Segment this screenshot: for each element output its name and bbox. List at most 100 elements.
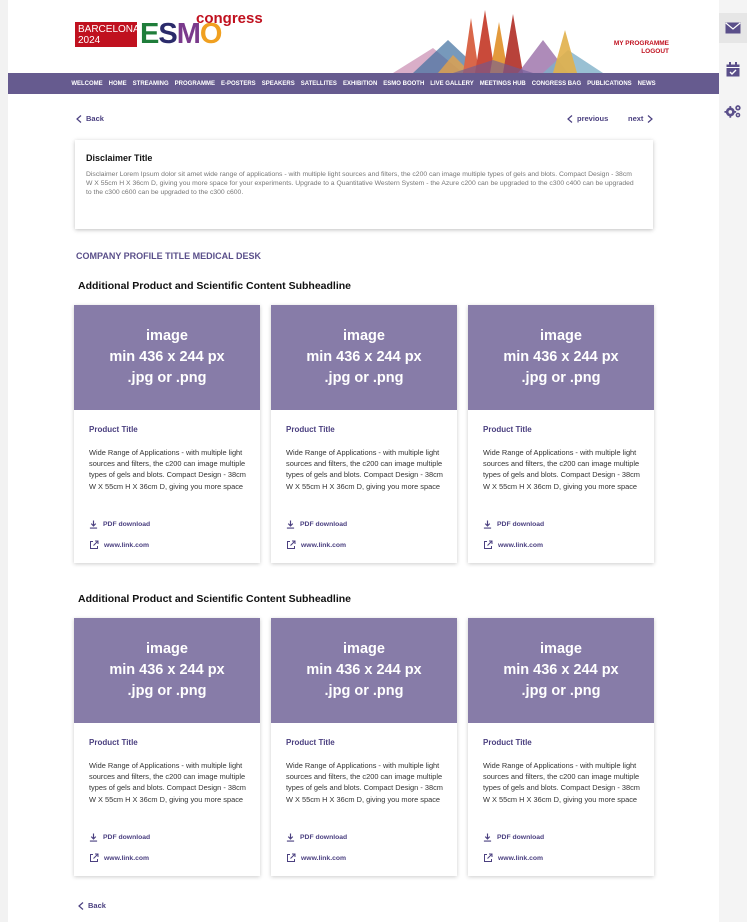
site-header: BARCELONA 2024 ESMO congress MY PROGRAMM… — [8, 0, 719, 73]
back-link-bottom[interactable]: Back — [78, 901, 106, 910]
back-link-top[interactable]: Back — [76, 114, 104, 123]
product-image-placeholder: image min 436 x 244 px .jpg or .png — [271, 305, 457, 410]
disclaimer-text: Disclaimer Lorem Ipsum dolor sit amet wi… — [86, 171, 634, 196]
logo-city: BARCELONA — [78, 24, 140, 35]
product-description: Wide Range of Applications - with multip… — [286, 448, 443, 491]
logo-letter: E — [140, 18, 159, 50]
my-calendar-button[interactable] — [724, 60, 742, 78]
product-image-placeholder: image min 436 x 244 px .jpg or .png — [74, 305, 260, 410]
nav-home[interactable]: HOME — [109, 81, 127, 87]
product-title[interactable]: Product Title — [286, 738, 335, 747]
product-title[interactable]: Product Title — [483, 425, 532, 434]
external-link-icon — [90, 540, 99, 549]
image-line: .jpg or .png — [127, 370, 207, 386]
image-line: .jpg or .png — [127, 683, 207, 699]
nav-esmo-booth[interactable]: ESMO BOOTH — [383, 81, 424, 87]
pdf-download-link[interactable]: PDF download — [483, 520, 544, 529]
nav-welcome[interactable]: WELCOME — [71, 81, 102, 87]
product-title[interactable]: Product Title — [89, 738, 138, 747]
external-link-label: www.link.com — [104, 541, 150, 549]
external-link[interactable]: www.link.com — [89, 853, 149, 863]
image-line: min 436 x 244 px — [306, 349, 422, 365]
pdf-download-link[interactable]: PDF download — [89, 833, 150, 842]
product-title[interactable]: Product Title — [89, 425, 138, 434]
image-line: image — [146, 641, 188, 657]
nav-news[interactable]: NEWS — [638, 81, 656, 87]
nav-live-gallery[interactable]: LIVE GALLERY — [430, 81, 473, 87]
external-link[interactable]: www.link.com — [89, 540, 149, 550]
next-link[interactable]: next — [628, 114, 654, 123]
image-line: min 436 x 244 px — [503, 662, 619, 678]
messages-button[interactable] — [719, 13, 747, 43]
product-title[interactable]: Product Title — [483, 738, 532, 747]
product-card[interactable]: image min 436 x 244 px .jpg or .png Prod… — [74, 305, 260, 563]
external-link-icon — [287, 853, 296, 862]
pdf-download-link[interactable]: PDF download — [483, 833, 544, 842]
my-programme-link[interactable]: MY PROGRAMME — [614, 40, 669, 48]
product-card[interactable]: image min 436 x 244 px .jpg or .png Prod… — [74, 618, 260, 876]
external-link-label: www.link.com — [301, 541, 347, 549]
product-title[interactable]: Product Title — [286, 425, 335, 434]
image-line: min 436 x 244 px — [109, 662, 225, 678]
company-profile-title: COMPANY PROFILE TITLE MEDICAL DESK — [76, 251, 262, 261]
image-line: image — [343, 641, 385, 657]
product-card[interactable]: image min 436 x 244 px .jpg or .png Prod… — [271, 305, 457, 563]
logo-congress: congress — [196, 10, 263, 27]
settings-gears-icon — [724, 105, 741, 118]
nav-exhibition[interactable]: EXHIBITION — [343, 81, 377, 87]
disclaimer-fade — [75, 201, 653, 229]
external-link-icon — [484, 853, 493, 862]
main-page: BARCELONA 2024 ESMO congress MY PROGRAMM… — [8, 0, 719, 922]
product-card[interactable]: image min 436 x 244 px .jpg or .png Prod… — [468, 618, 654, 876]
right-toolbar — [719, 0, 747, 922]
external-link[interactable]: www.link.com — [286, 540, 346, 550]
nav-e-posters[interactable]: E-POSTERS — [221, 81, 256, 87]
disclaimer-title: Disclaimer Title — [86, 153, 153, 163]
external-link-label: www.link.com — [498, 541, 544, 549]
external-link[interactable]: www.link.com — [483, 853, 543, 863]
pdf-download-link[interactable]: PDF download — [286, 833, 347, 842]
nav-meetings-hub[interactable]: MEETINGS HUB — [480, 81, 526, 87]
nav-publications[interactable]: PUBLICATIONS — [587, 81, 632, 87]
download-icon — [89, 833, 98, 842]
external-link-icon — [90, 853, 99, 862]
logo-city-badge[interactable]: BARCELONA 2024 — [75, 22, 140, 47]
external-link[interactable]: www.link.com — [483, 540, 543, 550]
pdf-download-label: PDF download — [300, 834, 348, 841]
nav-satellites[interactable]: SATELLITES — [301, 81, 337, 87]
chevron-left-icon — [567, 114, 573, 123]
image-line: min 436 x 244 px — [306, 662, 422, 678]
pdf-download-label: PDF download — [300, 521, 348, 528]
pdf-download-label: PDF download — [103, 834, 151, 841]
pdf-download-label: PDF download — [497, 521, 545, 528]
previous-link[interactable]: previous — [567, 114, 608, 123]
image-line: image — [146, 328, 188, 344]
settings-button[interactable] — [724, 102, 742, 120]
external-link[interactable]: www.link.com — [286, 853, 346, 863]
pdf-download-label: PDF download — [103, 521, 151, 528]
logo-letter: S — [158, 18, 177, 50]
external-link-label: www.link.com — [498, 854, 544, 862]
nav-streaming[interactable]: STREAMING — [133, 81, 169, 87]
chevron-left-icon — [78, 901, 84, 910]
external-link-label: www.link.com — [104, 854, 150, 862]
pdf-download-label: PDF download — [497, 834, 545, 841]
disclaimer-box: Disclaimer Title Disclaimer Lorem Ipsum … — [75, 140, 653, 229]
product-card[interactable]: image min 436 x 244 px .jpg or .png Prod… — [468, 305, 654, 563]
nav-speakers[interactable]: SPEAKERS — [262, 81, 295, 87]
product-description: Wide Range of Applications - with multip… — [89, 448, 246, 491]
download-icon — [286, 833, 295, 842]
nav-congress-bag[interactable]: CONGRESS BAG — [532, 81, 581, 87]
product-description: Wide Range of Applications - with multip… — [89, 761, 246, 804]
download-icon — [483, 833, 492, 842]
image-line: .jpg or .png — [324, 370, 404, 386]
pdf-download-link[interactable]: PDF download — [89, 520, 150, 529]
product-card[interactable]: image min 436 x 244 px .jpg or .png Prod… — [271, 618, 457, 876]
pdf-download-link[interactable]: PDF download — [286, 520, 347, 529]
nav-programme[interactable]: PROGRAMME — [175, 81, 215, 87]
mail-icon — [725, 22, 741, 34]
main-navigation: WELCOME HOME STREAMING PROGRAMME E-POSTE… — [8, 73, 719, 94]
logout-link[interactable]: LOGOUT — [614, 48, 669, 56]
section-subheadline: Additional Product and Scientific Conten… — [78, 280, 352, 292]
product-description: Wide Range of Applications - with multip… — [483, 448, 640, 491]
